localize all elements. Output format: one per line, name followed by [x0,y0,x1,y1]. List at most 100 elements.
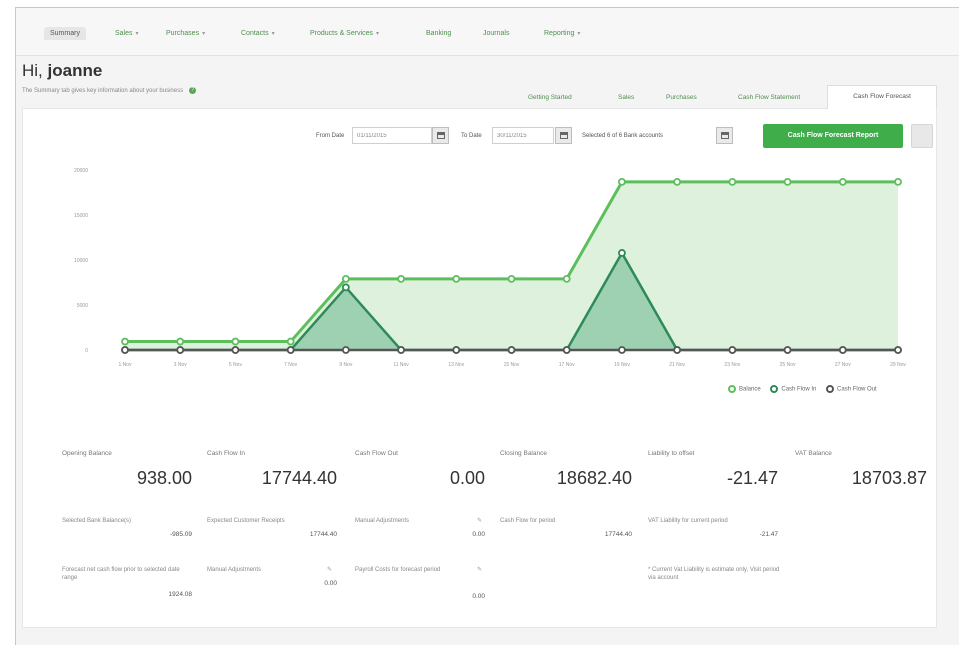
x-tick-label: 23 Nov [724,362,740,368]
nav-tab-sales-label: Sales [115,30,133,37]
balance-point [452,274,461,283]
expected-customer-receipts-label: Expected Customer Receipts [207,518,285,524]
legend-item-cash-flow-in[interactable]: Cash Flow In [770,385,816,393]
chevron-down-icon: ▾ [577,31,581,37]
edit-icon[interactable]: ✎ [327,566,332,573]
accounts-picker-button[interactable] [716,127,733,144]
from-date-input[interactable] [352,127,432,144]
closing-balance-label: Closing Balance [500,450,547,457]
cash-flow-in-value: 17744.40 [261,468,337,488]
x-tick-label: 17 Nov [559,362,575,368]
chevron-down-icon: ▾ [202,31,206,37]
calendar-icon [560,132,568,139]
calendar-icon [437,132,445,139]
nav-tab-summary[interactable]: Summary [44,27,86,40]
balance-area [125,181,898,350]
cash-flow-out-point [507,346,516,354]
y-tick-label: 10000 [74,258,88,264]
cash-flow-out-point [341,346,350,354]
nav-tab-products-services[interactable]: Products & Services ▾ [310,30,379,37]
legend-item-balance[interactable]: Balance [728,385,761,393]
nav-tab-contacts-label: Contacts [241,30,269,37]
nav-tab-banking[interactable]: Banking [426,30,451,37]
edit-icon[interactable]: ✎ [477,566,482,573]
balance-point [673,177,682,186]
tab-getting-started[interactable]: Getting Started [528,94,572,101]
vat-balance-label: VAT Balance [795,450,832,457]
vat-liability-value: -21.47 [759,531,778,538]
x-tick-label: 5 Nov [229,362,243,368]
opening-balance-label: Opening Balance [62,450,112,457]
cash-flow-out-point [452,346,461,354]
greeting-prefix: Hi, [22,61,43,80]
x-tick-label: 9 Nov [339,362,353,368]
cash-flow-chart: 20000 15000 10000 5000 0 1 Nov 3 Nov 5 Nov 7 Nov… [74,168,906,368]
cash-flow-out-point [783,346,792,354]
balance-point [618,177,626,186]
legend-item-cash-flow-out[interactable]: Cash Flow Out [826,385,877,393]
legend-label-cash-flow-in: Cash Flow In [781,386,817,393]
cash-flow-out-point [673,346,682,354]
cash-flow-in-point [618,249,626,257]
to-date-calendar-button[interactable] [555,127,572,144]
x-tick-label: 21 Nov [669,362,685,368]
balance-point [341,274,350,283]
manual-adjustments-out-label: Manual Adjustments [355,518,410,524]
nav-tab-contacts[interactable]: Contacts ▾ [241,30,275,37]
cash-flow-in-label: Cash Flow In [207,450,245,457]
cash-flow-out-value: 0.00 [449,468,485,488]
legend-marker-cash-flow-in [770,385,779,393]
nav-tab-reporting-label: Reporting [544,30,575,37]
manual-adjustments-out-value: 0.00 [472,531,485,538]
to-date-input[interactable] [492,127,554,144]
selected-bank-balance-label: Selected Bank Balance(s) [62,518,132,524]
cash-flow-out-point [397,346,405,354]
cash-flow-out-point [728,346,737,354]
balance-point [397,274,405,283]
liability-to-offset-label: Liability to offset [648,450,695,457]
legend-label-balance: Balance [739,386,761,393]
x-tick-label: 11 Nov [393,362,409,368]
from-date-calendar-button[interactable] [432,127,449,144]
manual-adjustments-in-value: 0.00 [324,580,337,587]
top-navigation: Summary Sales ▾ Purchases ▾ Contacts ▾ Prod… [16,8,959,56]
nav-tab-reporting[interactable]: Reporting ▾ [544,30,580,37]
help-icon[interactable]: ? [189,87,197,94]
tab-cash-flow-statement[interactable]: Cash Flow Statement [738,94,800,101]
payroll-costs-value: 0.00 [472,593,485,600]
liability-to-offset-value: -21.47 [726,468,778,488]
legend-marker-cash-flow-out [826,385,835,393]
legend-marker-balance [728,385,736,393]
list-icon [721,132,729,139]
closing-balance-value: 18682.40 [556,468,632,488]
y-tick-label: 20000 [74,168,88,174]
cash-flow-out-point [121,346,129,354]
nav-tab-purchases[interactable]: Purchases ▾ [166,30,205,37]
edit-icon[interactable]: ✎ [477,517,482,524]
y-tick-label: 15000 [74,213,88,219]
payroll-costs-label: Payroll Costs for forecast period [355,567,441,573]
tab-purchases[interactable]: Purchases [666,94,697,101]
selected-bank-balance-value: -985.09 [169,531,192,538]
page-subtitle: The Summary tab gives key information ab… [22,87,197,94]
from-date-label: From Date [316,133,345,139]
nav-tab-products-label: Products & Services [310,30,374,37]
balance-point [507,274,516,283]
opening-balance-value: 938.00 [136,468,192,488]
cash-flow-in-point [341,283,350,292]
balance-point [728,177,737,186]
to-date-label: To Date [461,133,482,139]
tab-cash-flow-forecast[interactable]: Cash Flow Forecast [827,85,937,109]
balance-point [562,274,571,283]
balance-point [176,337,185,346]
greeting-title: Hi, joanne [22,61,102,81]
nav-tab-journals[interactable]: Journals [483,30,509,37]
chart-legend: Balance Cash Flow In Cash Flow Out [728,385,885,393]
forecast-prior-label: Forecast net cash flow prior to selected… [62,567,180,581]
x-tick-label: 3 Nov [174,362,188,368]
tab-sales[interactable]: Sales [618,94,634,101]
cash-flow-out-label: Cash Flow Out [355,450,398,457]
nav-tab-sales[interactable]: Sales ▾ [115,30,139,37]
cash-flow-out-point [838,346,847,354]
chevron-down-icon: ▾ [376,31,380,37]
